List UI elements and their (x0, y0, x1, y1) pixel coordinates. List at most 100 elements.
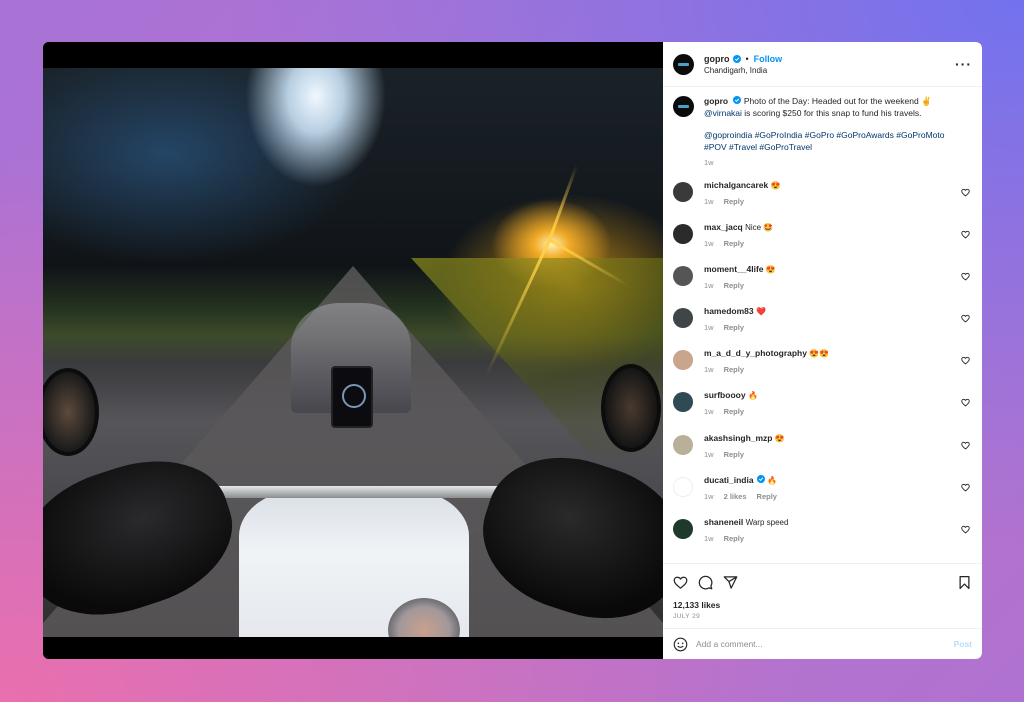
comment-body: hamedom83 ❤️ 1w Reply (704, 306, 766, 332)
comment-like-heart-icon[interactable] (961, 441, 970, 450)
likes-count[interactable]: 12,133 likes (663, 600, 982, 610)
commenter-avatar[interactable] (673, 392, 693, 413)
share-send-icon[interactable] (723, 575, 738, 590)
emoji-smiley-icon[interactable] (673, 637, 688, 652)
reply-button[interactable]: Reply (724, 281, 744, 290)
reply-button[interactable]: Reply (724, 450, 744, 459)
comment-item: max_jacq Nice 🤩 1w Reply (673, 222, 972, 264)
comment-line: michalgancarek 😍 (704, 180, 781, 190)
caption-body: gopro Photo of the Day: Headed out for t… (704, 96, 969, 169)
caption-mention-link[interactable]: @virnakai (704, 108, 742, 118)
comment-likes-count[interactable]: 2 likes (724, 492, 747, 501)
commenter-username[interactable]: moment__4life (704, 264, 764, 274)
commenter-username[interactable]: surfboooy (704, 390, 746, 400)
post-photo[interactable] (43, 68, 663, 637)
author-username[interactable]: gopro (704, 54, 730, 64)
comment-timestamp: 1w (704, 323, 714, 333)
add-comment-bar: Post (663, 628, 982, 659)
commenter-username[interactable]: hamedom83 (704, 306, 754, 316)
comment-body: akashsingh_mzp 😍 1w Reply (704, 433, 785, 459)
like-heart-icon[interactable] (673, 575, 688, 590)
comment-meta: 1w Reply (704, 197, 781, 206)
caption-timestamp: 1w (704, 158, 714, 167)
comment-text: 😍 (770, 180, 781, 190)
reply-button[interactable]: Reply (724, 534, 744, 543)
comment-meta: 1w Reply (704, 239, 773, 248)
commenter-avatar[interactable] (673, 308, 693, 329)
header-row: gopro • Follow (704, 54, 782, 64)
comment-item: hamedom83 ❤️ 1w Reply (673, 306, 972, 348)
comment-timestamp: 1w (704, 491, 714, 501)
comment-body: michalgancarek 😍 1w Reply (704, 180, 781, 206)
caption-hashtags: @goproindia #GoProIndia #GoPro #GoProAwa… (704, 130, 969, 153)
add-comment-input[interactable] (696, 639, 954, 649)
commenter-username[interactable]: akashsingh_mzp (704, 433, 773, 443)
commenter-avatar[interactable] (673, 265, 693, 286)
comment-like-heart-icon[interactable] (961, 398, 970, 407)
follow-button[interactable]: Follow (754, 54, 783, 64)
post-location[interactable]: Chandigarh, India (704, 66, 782, 75)
comment-text: 🔥 (766, 475, 777, 485)
verified-badge-icon (733, 96, 742, 104)
comment-timestamp: 1w (704, 196, 714, 206)
caption-hashtags-line2[interactable]: #POV #Travel #GoProTravel (704, 142, 812, 152)
comment-body: max_jacq Nice 🤩 1w Reply (704, 222, 773, 248)
comment-text: 😍 (774, 433, 785, 443)
reply-button[interactable]: Reply (724, 323, 744, 332)
commenter-avatar[interactable] (673, 350, 693, 371)
comment-like-heart-icon[interactable] (961, 483, 970, 492)
post-date: JULY 29 (673, 613, 701, 620)
commenter-avatar[interactable] (673, 181, 693, 202)
comment-body: surfboooy 🔥 1w Reply (704, 390, 758, 416)
caption-text-part1: Photo of the Day: Headed out for the wee… (743, 96, 932, 106)
caption-text: gopro Photo of the Day: Headed out for t… (704, 96, 969, 119)
reply-button[interactable]: Reply (724, 365, 744, 374)
comment-item: shaneneil Warp speed 1w Reply (673, 517, 972, 559)
commenter-username[interactable]: m_a_d_d_y_photography (704, 348, 807, 358)
comment-item: moment__4life 😍 1w Reply (673, 264, 972, 306)
comment-like-heart-icon[interactable] (961, 525, 970, 534)
reply-button[interactable]: Reply (724, 197, 744, 206)
comment-timestamp: 1w (704, 365, 714, 375)
bookmark-save-icon[interactable] (957, 575, 972, 590)
caption-hashtags-line1[interactable]: @goproindia #GoProIndia #GoPro #GoProAwa… (704, 130, 944, 140)
comment-line: akashsingh_mzp 😍 (704, 433, 785, 443)
more-options-icon[interactable]: ··· (955, 57, 972, 71)
caption-author-avatar[interactable] (673, 96, 694, 117)
comment-icon[interactable] (698, 575, 713, 590)
photo-sun-ray (548, 164, 579, 241)
photo-dashboard (331, 366, 373, 428)
comment-line: max_jacq Nice 🤩 (704, 222, 773, 232)
commenter-avatar[interactable] (673, 519, 693, 539)
comment-line: hamedom83 ❤️ (704, 306, 766, 316)
caption-username[interactable]: gopro (704, 96, 728, 106)
comment-like-heart-icon[interactable] (961, 272, 970, 281)
verified-badge-icon (732, 54, 741, 63)
comment-text: 🔥 (747, 391, 758, 401)
commenter-username[interactable]: shaneneil (704, 517, 743, 527)
commenter-username[interactable]: ducati_india (704, 475, 754, 485)
comment-body: ducati_india 🔥 1w 2 likes Reply (704, 474, 777, 501)
commenter-avatar[interactable] (673, 476, 693, 497)
commenter-avatar[interactable] (673, 223, 693, 244)
commenter-username[interactable]: michalgancarek (704, 180, 768, 190)
separator-dot: • (745, 53, 749, 64)
comment-like-heart-icon[interactable] (961, 314, 970, 323)
reply-button[interactable]: Reply (724, 239, 744, 248)
comments-scroll-area[interactable]: gopro Photo of the Day: Headed out for t… (663, 87, 982, 564)
commenter-avatar[interactable] (673, 434, 693, 455)
comment-timestamp: 1w (704, 449, 714, 459)
comment-like-heart-icon[interactable] (961, 188, 970, 197)
post-modal: gopro • Follow Chandigarh, India ··· gop… (43, 42, 982, 659)
author-avatar[interactable] (673, 53, 694, 75)
comment-like-heart-icon[interactable] (961, 230, 970, 239)
reply-button[interactable]: Reply (757, 492, 777, 501)
comment-body: moment__4life 😍 1w Reply (704, 264, 776, 290)
comment-line: ducati_india 🔥 (704, 474, 777, 485)
commenter-username[interactable]: max_jacq (704, 222, 743, 232)
comment-item: ducati_india 🔥 1w 2 likes Reply (673, 474, 972, 517)
reply-button[interactable]: Reply (724, 407, 744, 416)
comment-meta: 1w Reply (704, 534, 788, 543)
comment-like-heart-icon[interactable] (961, 356, 970, 365)
post-comment-button[interactable]: Post (954, 639, 972, 649)
